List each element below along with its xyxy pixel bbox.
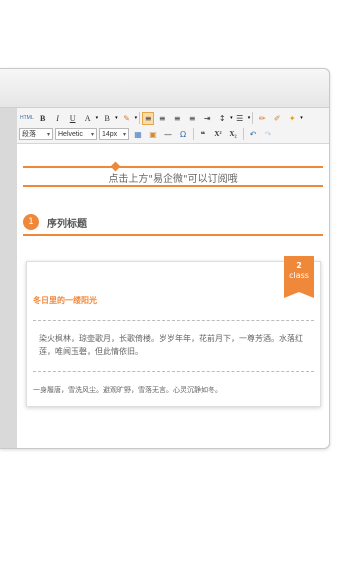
align-justify-button[interactable]: ≡ xyxy=(185,112,199,125)
background-color-button[interactable]: B xyxy=(100,112,114,125)
align-right-button[interactable]: ≡ xyxy=(170,112,184,125)
chevron-down-icon: ▾ xyxy=(46,131,50,138)
card-footer-text: 一身履唐，雪洗风尘。避观旷野，雪落无言。心灵沉静如冬。 xyxy=(33,386,222,394)
bold-button[interactable]: B xyxy=(36,112,50,125)
paragraph-select[interactable]: 段落 ▾ xyxy=(19,128,53,140)
chevron-down-icon[interactable]: ▾ xyxy=(96,115,99,121)
align-center-button[interactable]: ≡ xyxy=(155,112,169,125)
card-paragraph: 染火枫林，琼壶歌月，长歌倚楼。岁岁年年，花前月下，一尊芳酒。水落红莲，唯闻玉磬，… xyxy=(39,334,303,356)
dashed-divider xyxy=(33,320,314,321)
quote-button[interactable]: ❝ xyxy=(196,128,210,141)
left-sidebar xyxy=(0,108,17,448)
italic-button[interactable]: I xyxy=(51,112,65,125)
font-family-select[interactable]: Helvetic ▾ xyxy=(55,128,97,140)
undo-button[interactable]: ↶ xyxy=(246,128,260,141)
card-title: 冬日里的一缕阳光 xyxy=(33,296,97,305)
banner-text: 点击上方"易企微"可以订阅哦 xyxy=(108,174,238,185)
follow-banner: 点击上方"易企微"可以订阅哦 xyxy=(23,158,323,187)
editor-window: HTML B I U A ▾ B ▾ ✎ ▾ ≡ ≡ ≡ ≡ ⇥ ↕ ▾ ☰ ▾ xyxy=(0,68,330,449)
toolbar-row-1: HTML B I U A ▾ B ▾ ✎ ▾ ≡ ≡ ≡ ≡ ⇥ ↕ ▾ ☰ ▾ xyxy=(19,111,327,125)
indent-button[interactable]: ⇥ xyxy=(200,112,214,125)
badge-label: class xyxy=(289,271,309,280)
class-badge: 2 class xyxy=(284,256,314,298)
chevron-down-icon[interactable]: ▾ xyxy=(135,115,138,121)
align-left-button[interactable]: ≡ xyxy=(142,111,155,125)
clear-format-button[interactable]: ✐ xyxy=(270,112,284,125)
chevron-down-icon: ▾ xyxy=(122,131,126,138)
superscript-button[interactable]: X² xyxy=(211,128,225,141)
section-heading: 1 序列标题 xyxy=(23,212,323,236)
badge-number: 2 xyxy=(296,261,302,270)
eraser-button[interactable]: ✏ xyxy=(255,112,269,125)
format-brush-button[interactable]: ✎ xyxy=(120,112,134,125)
font-color-button[interactable]: A xyxy=(81,112,95,125)
editor-toolbar: HTML B I U A ▾ B ▾ ✎ ▾ ≡ ≡ ≡ ≡ ⇥ ↕ ▾ ☰ ▾ xyxy=(17,108,329,144)
table-button[interactable]: ▦ xyxy=(131,128,145,141)
special-char-button[interactable]: Ω xyxy=(176,128,190,141)
chevron-down-icon[interactable]: ▾ xyxy=(115,115,118,121)
toolbar-divider xyxy=(139,112,141,124)
content-card: 2 class 冬日里的一缕阳光 染火枫林，琼壶歌月，长歌倚楼。岁岁年年，花前月… xyxy=(26,256,321,407)
toolbar-divider xyxy=(252,112,254,124)
chevron-down-icon: ▾ xyxy=(90,131,94,138)
window-titlebar xyxy=(0,69,329,108)
redo-button[interactable]: ↷ xyxy=(261,128,275,141)
toolbar-divider xyxy=(193,128,194,140)
subscript-button[interactable]: X₂ xyxy=(226,128,240,141)
toolbar-row-2: 段落 ▾ Helvetic ▾ 14px ▾ ▦ ▣ — Ω ❝ X² X₂ ↶ ↷ xyxy=(19,127,327,141)
section-title: 序列标题 xyxy=(47,219,87,230)
chevron-down-icon[interactable]: ▾ xyxy=(248,115,251,121)
list-button[interactable]: ☰ xyxy=(233,112,247,125)
font-size-select[interactable]: 14px ▾ xyxy=(99,128,129,140)
toolbar-divider xyxy=(243,128,244,140)
banner-bottom-line xyxy=(23,185,323,187)
magic-button[interactable]: ✦ xyxy=(285,112,299,125)
underline-button[interactable]: U xyxy=(66,112,80,125)
chevron-down-icon[interactable]: ▾ xyxy=(300,115,303,121)
rich-text-editor[interactable]: HTML B I U A ▾ B ▾ ✎ ▾ ≡ ≡ ≡ ≡ ⇥ ↕ ▾ ☰ ▾ xyxy=(17,108,329,448)
section-number: 1 xyxy=(23,214,39,230)
dashed-divider xyxy=(33,371,314,372)
banner-top-line xyxy=(23,166,323,168)
line-height-button[interactable]: ↕ xyxy=(215,112,229,125)
html-button[interactable]: HTML xyxy=(19,112,35,125)
editor-content[interactable]: 点击上方"易企微"可以订阅哦 1 序列标题 2 class 冬日里的一缕阳光 染… xyxy=(17,144,329,448)
image-button[interactable]: ▣ xyxy=(146,128,160,141)
horizontal-rule-button[interactable]: — xyxy=(161,128,175,141)
